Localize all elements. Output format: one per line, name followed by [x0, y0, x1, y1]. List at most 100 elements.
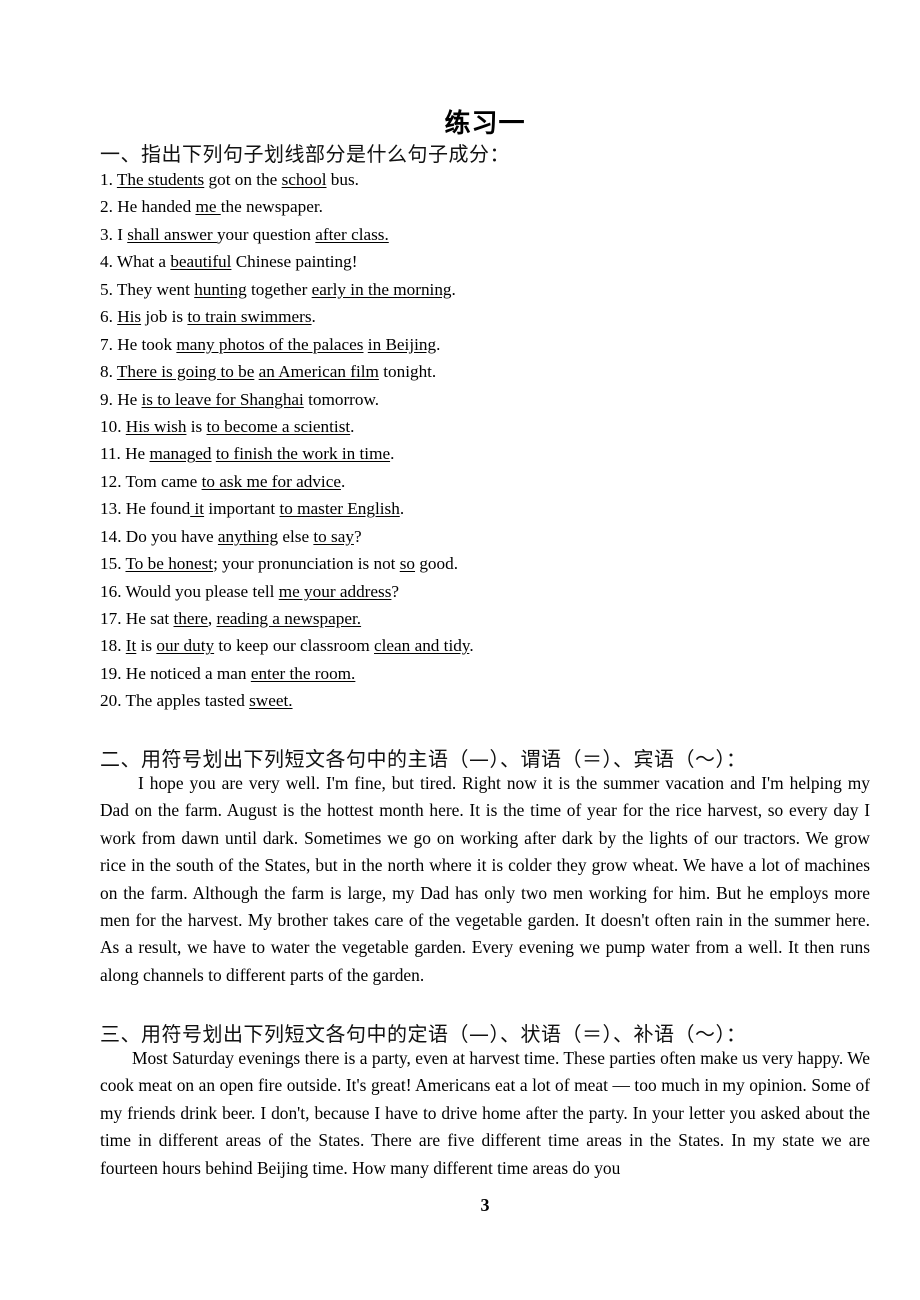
underlined-segment: is to leave for Shanghai: [141, 389, 304, 409]
underlined-segment: There is going to be: [116, 362, 255, 382]
text-segment: bus.: [326, 170, 359, 189]
underlined-segment: to master English: [279, 499, 400, 519]
underlined-segment: to become a scientist: [206, 416, 351, 436]
sentence-item: 6. His job is to train swimmers.: [100, 303, 880, 330]
text-segment: 16. Would you please tell: [100, 581, 279, 601]
underlined-segment: early in the morning: [311, 279, 452, 299]
text-segment: ; your pronunciation is not: [213, 554, 400, 574]
underlined-segment: to finish the work in time: [215, 444, 391, 464]
text-segment: good.: [415, 554, 458, 574]
text-segment: .: [311, 307, 316, 327]
underlined-segment: it: [190, 499, 205, 519]
text-segment: together: [246, 279, 312, 299]
text-segment: .: [340, 471, 346, 491]
underlined-segment: there: [173, 609, 208, 628]
underlined-segment: many photos of the palaces: [176, 334, 364, 354]
sentence-item: 7. He took many photos of the palaces in…: [100, 331, 880, 358]
text-segment: your question: [216, 224, 316, 244]
underlined-segment: to train swimmers: [187, 307, 312, 327]
underlined-segment: shall answer: [127, 224, 217, 244]
text-segment: .: [451, 279, 456, 299]
sentence-item: 11. He managed to finish the work in tim…: [100, 440, 880, 467]
underlined-segment: after class.: [315, 224, 389, 244]
text-segment: 20. The apples tasted: [100, 691, 250, 711]
section1-heading: 一、指出下列句子划线部分是什么句子成分：: [100, 142, 510, 166]
text-segment: .: [390, 444, 395, 464]
text-segment: .: [399, 499, 405, 519]
text-segment: 18.: [100, 636, 126, 656]
underlined-segment: me: [195, 197, 221, 217]
sentence-item: 13. He found it important to master Engl…: [100, 495, 880, 522]
text-segment: to keep our classroom: [214, 636, 375, 656]
text-segment: job is: [141, 307, 188, 327]
sentence-item: 10. His wish is to become a scientist.: [100, 413, 880, 440]
sentence-item: 16. Would you please tell me your addres…: [100, 578, 880, 605]
underlined-segment: so: [399, 554, 416, 574]
sentence-item: 14. Do you have anything else to say?: [100, 523, 880, 550]
underlined-segment: me your address: [278, 581, 392, 601]
sentence-list: 1. The students got on the school bus. 2.…: [100, 166, 880, 715]
sentence-item: 15. To be honest; your pronunciation is …: [100, 550, 880, 577]
text-segment: 19. He noticed a man: [100, 663, 251, 683]
text-segment: 15.: [100, 554, 126, 574]
underlined-segment: It: [125, 636, 137, 656]
text-segment: .: [469, 636, 474, 656]
text-segment: 8.: [100, 362, 117, 382]
text-segment: .: [436, 334, 441, 354]
text-segment: ?: [391, 581, 400, 601]
text-segment: is: [186, 416, 207, 436]
underlined-segment: an American film: [258, 362, 379, 382]
underlined-segment: beautiful: [170, 252, 232, 272]
underlined-segment: reading a newspaper.: [216, 609, 362, 628]
sentence-item: 9. He is to leave for Shanghai tomorrow.: [100, 386, 880, 413]
text-segment: .: [350, 416, 355, 436]
sentence-item: 5. They went hunting together early in t…: [100, 276, 880, 303]
section2-heading: 二、用符号划出下列短文各句中的主语（—）、谓语（＝）、宾语（～）：: [100, 747, 747, 771]
sentence-item: 4. What a beautiful Chinese painting!: [100, 248, 880, 275]
text-segment: 5. They went: [100, 279, 195, 299]
text-segment: else: [278, 526, 314, 546]
underlined-segment: managed: [149, 444, 212, 464]
underlined-segment: anything: [217, 526, 279, 546]
sentence-item: 3. I shall answer your question after cl…: [100, 221, 880, 248]
text-segment: tomorrow.: [303, 389, 380, 409]
underlined-segment: our duty: [156, 636, 215, 656]
text-segment: 3. I: [100, 224, 128, 244]
text-segment: 2. He handed: [100, 197, 196, 217]
underlined-segment: To be honest: [125, 554, 214, 574]
underlined-segment: sweet.: [249, 691, 293, 711]
text-segment: 14. Do you have: [100, 526, 218, 546]
text-segment: 6.: [100, 307, 118, 327]
text-segment: 9. He: [100, 389, 142, 409]
sentence-item: 12. Tom came to ask me for advice.: [100, 468, 880, 495]
text-segment: 1.: [100, 170, 117, 189]
text-segment: 11. He: [100, 444, 150, 464]
text-segment: Chinese painting!: [231, 252, 358, 272]
sentence-item: 19. He noticed a man enter the room.: [100, 660, 880, 687]
sentence-item: 1. The students got on the school bus.: [100, 166, 880, 193]
text-segment: tonight.: [378, 362, 437, 382]
underlined-segment: The students: [116, 170, 205, 189]
underlined-segment: clean and tidy: [374, 636, 470, 656]
text-segment: is: [136, 636, 157, 656]
sentence-item: 17. He sat there, reading a newspaper.: [100, 605, 880, 632]
text-segment: got on the: [204, 170, 282, 189]
underlined-segment: His: [117, 307, 142, 327]
text-segment: 7. He took: [100, 334, 177, 354]
text-segment: 10.: [100, 416, 126, 436]
underlined-segment: to ask me for advice: [201, 471, 341, 491]
sentence-item: 2. He handed me the newspaper.: [100, 193, 880, 220]
underlined-segment: enter the room.: [250, 663, 356, 683]
section2-paragraph: I hope you are very well. I'm fine, but …: [100, 773, 870, 985]
sentence-item: 18. It is our duty to keep our classroom…: [100, 632, 880, 659]
underlined-segment: His wish: [125, 416, 187, 436]
text-segment: 12. Tom came: [100, 471, 202, 491]
text-segment: ?: [353, 526, 362, 546]
text-segment: 17. He sat: [100, 609, 174, 628]
sentence-item: 20. The apples tasted sweet.: [100, 687, 880, 714]
text-segment: 4. What a: [100, 252, 171, 272]
underlined-segment: in Beijing: [367, 334, 437, 354]
text-segment: the newspaper.: [220, 197, 323, 217]
section3-heading: 三、用符号划出下列短文各句中的定语（—）、状语（＝）、补语（～）：: [100, 1022, 747, 1046]
underlined-segment: hunting: [194, 279, 247, 299]
